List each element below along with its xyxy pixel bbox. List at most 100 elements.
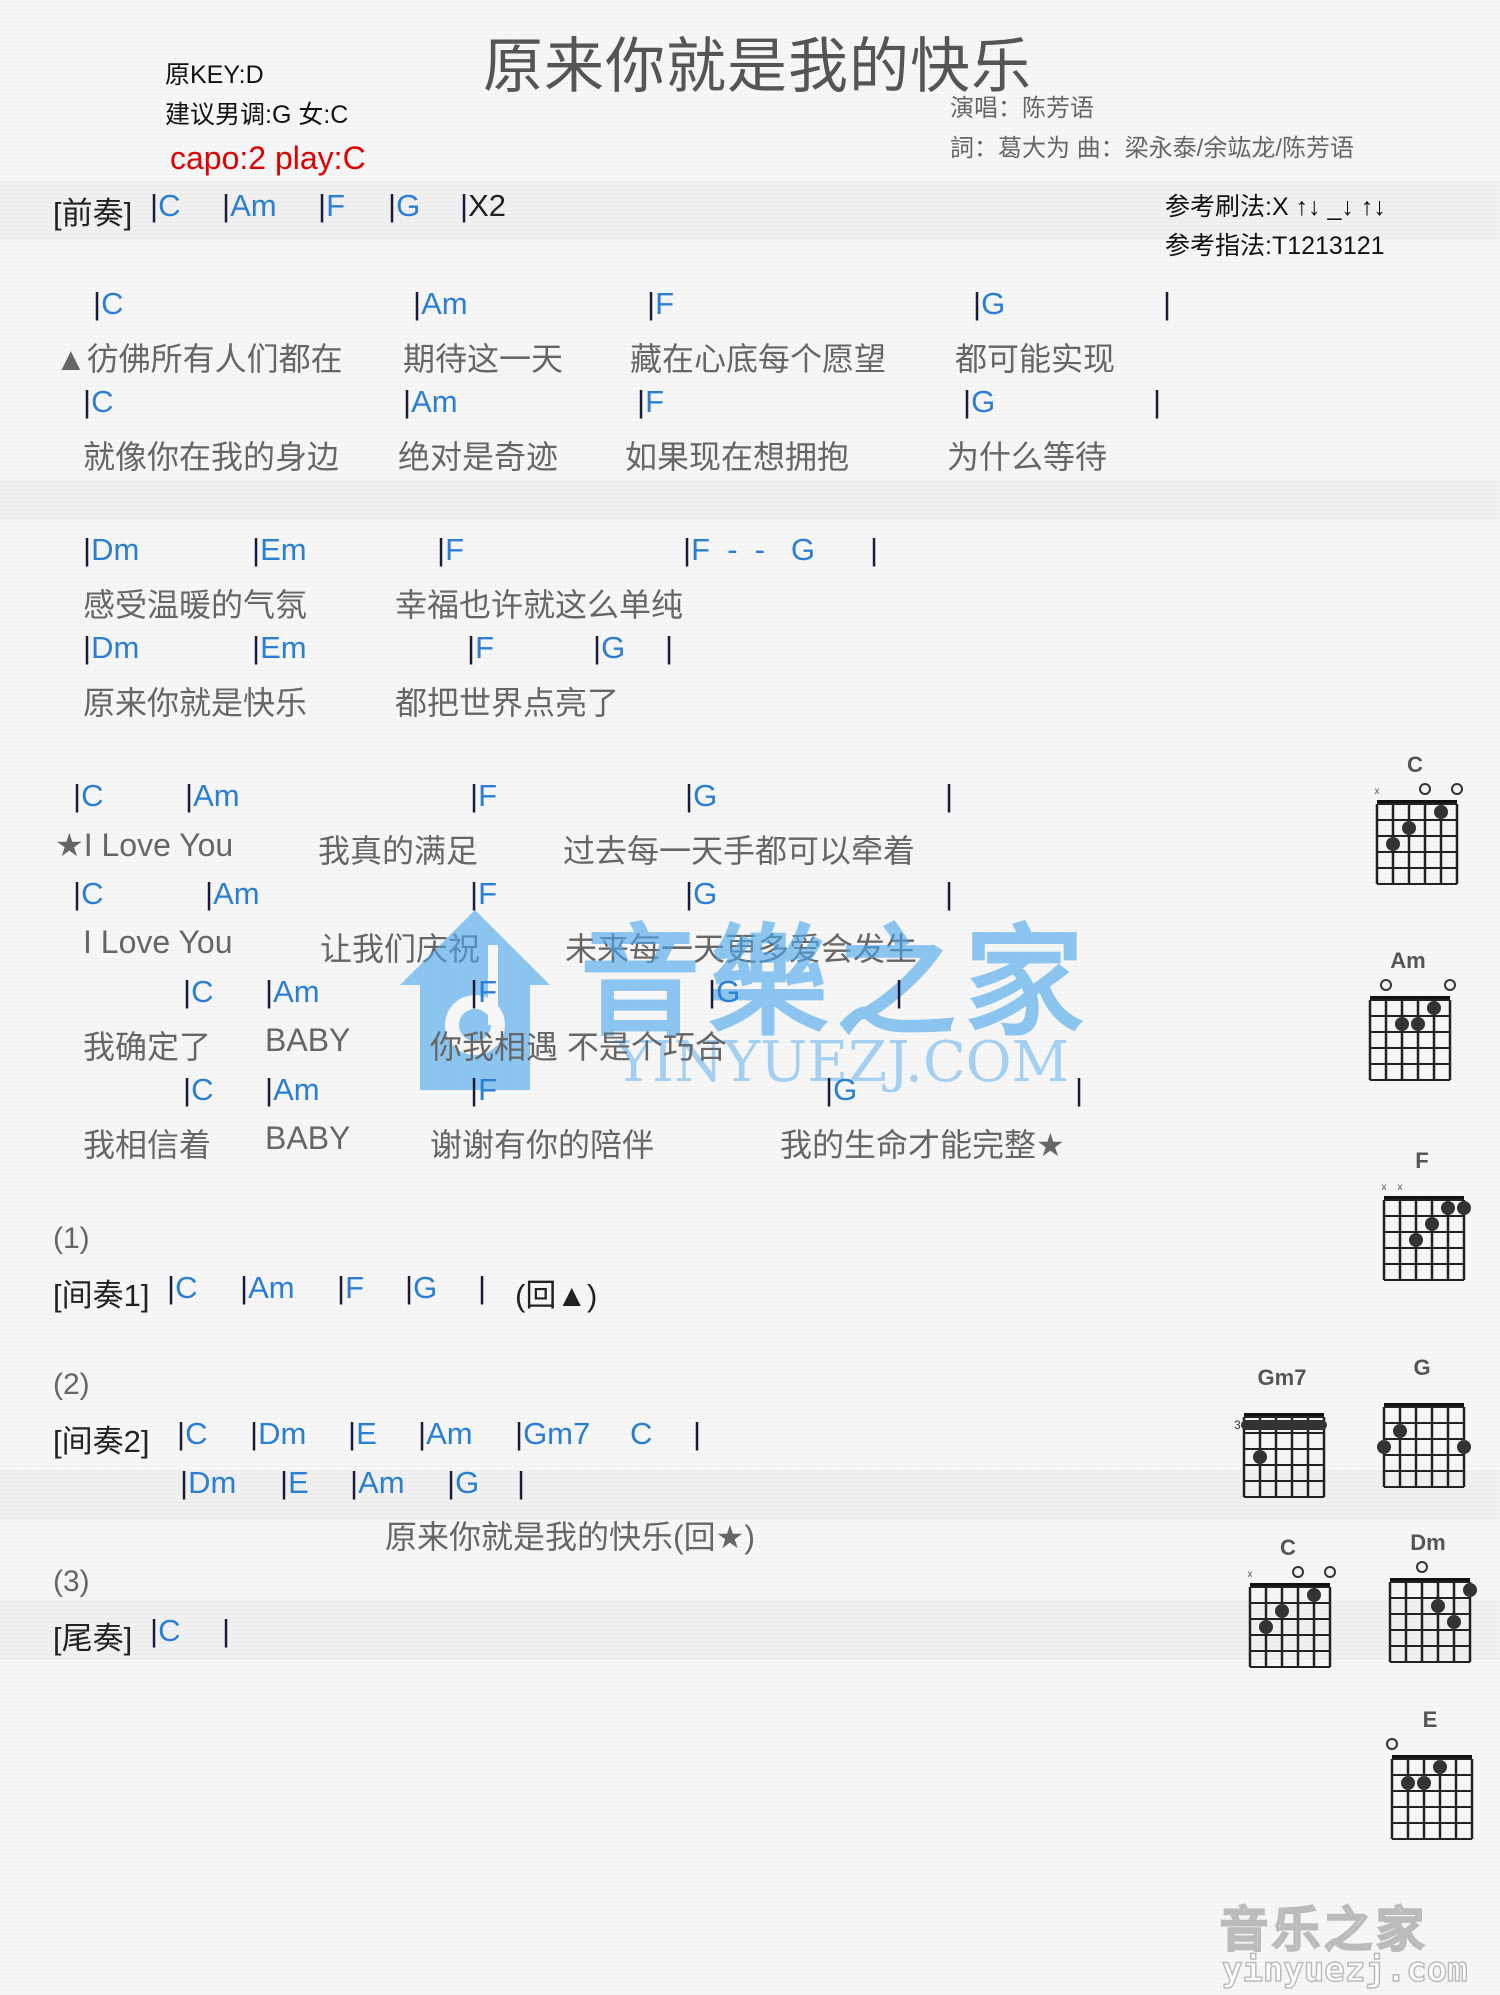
finger-dot [1401,1776,1415,1790]
chord[interactable]: |Gm7 [515,1416,590,1452]
footer-logo: 音乐之家 yinyuezj.com [1210,1890,1480,1991]
chord[interactable]: |Am [205,876,260,912]
finger-dot [1393,1424,1407,1438]
chord[interactable]: |Am [413,286,468,322]
chord[interactable]: |G [685,778,717,814]
lyric: 你我相遇 不是个巧合 [430,1029,727,1065]
chord[interactable]: |G [825,1072,857,1108]
chord[interactable]: |F [337,1270,364,1306]
bar-line: | [870,532,879,567]
interlude2-label: [间奏2] [53,1424,150,1459]
chord[interactable]: |G [405,1270,437,1306]
chord[interactable]: |C [150,188,180,224]
chord[interactable]: |Dm [250,1416,306,1452]
chord[interactable]: |C [183,974,213,1010]
chord[interactable]: |G [388,188,420,224]
lyric: 都把世界点亮了 [395,685,620,721]
chord-grid [1388,1561,1477,1663]
chord[interactable]: |C [167,1270,197,1306]
finger-dot [1411,1017,1425,1031]
barre [1241,1420,1327,1430]
chord[interactable]: |Dm [83,532,139,568]
finger-dot [1275,1604,1289,1618]
intro-label: [前奏] [53,196,133,231]
chord-diagram-f: Fxx [1372,1148,1472,1298]
chord[interactable]: |Am [350,1465,405,1501]
finger-dot [1441,1201,1455,1215]
chord[interactable]: |F [437,532,464,568]
chord[interactable]: |F [470,974,497,1010]
chord[interactable]: |C [73,778,103,814]
lyric: 我真的满足 [318,833,479,869]
open-string-marker [1419,783,1431,795]
chord[interactable]: |G [973,286,1005,322]
chord[interactable]: |F [470,876,497,912]
chord[interactable]: |C [93,286,123,322]
finger-dot [1307,1588,1321,1602]
chord[interactable]: |Am [265,974,320,1010]
open-string-marker [1380,979,1392,991]
chord[interactable]: |C [177,1416,207,1452]
chord[interactable]: |Am [240,1270,295,1306]
chord[interactable]: |G [963,384,995,420]
original-key: 原KEY:D [165,61,264,89]
lyric: 就像你在我的身边 [83,439,340,475]
chord[interactable]: |Am [265,1072,320,1108]
chord[interactable]: |C [83,384,113,420]
chord[interactable]: |E [348,1416,377,1452]
muted-string-marker: x [1375,786,1380,797]
chord[interactable]: |F [470,778,497,814]
chord[interactable]: |F [467,630,494,666]
writer-credit: 詞：葛大为 曲：梁永泰/余竑龙/陈芳语 [950,135,1355,162]
chord[interactable]: |F - - G [683,532,815,568]
suggested-key: 建议男调:G 女:C [165,101,349,129]
finger-dot [1395,1017,1409,1031]
bar-line: | [478,1270,487,1305]
chord[interactable]: |C [183,1072,213,1108]
section-number: (1) [53,1222,90,1255]
chord[interactable]: |F [637,384,664,420]
chord[interactable]: |G [593,630,625,666]
chord[interactable]: |Am [222,188,277,224]
lyric: I Love You [83,924,233,960]
finger-dot [1457,1440,1471,1454]
chord[interactable]: |Em [252,630,307,666]
chord[interactable]: |F [318,188,345,224]
lyric: 过去每一天手都可以牵着 [563,833,916,869]
chord[interactable]: |Dm [83,630,139,666]
bar-line: | [945,778,954,813]
open-string-marker [1451,783,1463,795]
chord[interactable]: |G [708,974,740,1010]
base-fret-label: 3 [1234,1418,1241,1432]
finger-dot [1463,1583,1477,1597]
chord[interactable]: |C [73,876,103,912]
lyric: BABY [265,1120,351,1156]
chord[interactable]: |G [447,1465,479,1501]
finger-dot [1253,1450,1267,1464]
chord[interactable]: C [630,1416,652,1452]
finger-dot [1457,1201,1471,1215]
finger-dot [1425,1217,1439,1231]
chord[interactable]: |F [647,286,674,322]
bar-line: | [1153,384,1162,419]
bar-line: | [1075,1072,1084,1107]
chord[interactable]: |E [280,1465,309,1501]
finger-dot [1447,1615,1461,1629]
lyric: 幸福也许就这么单纯 [395,587,684,623]
chord-diagram-e: E [1380,1707,1480,1857]
chord[interactable]: |C [150,1613,180,1649]
chord[interactable]: |Am [403,384,458,420]
chord[interactable]: |Am [185,778,240,814]
chord[interactable]: |Em [252,532,307,568]
lyric: 感受温暖的气氛 [83,587,308,623]
open-string-marker [1292,1566,1304,1578]
open-string-marker [1444,979,1456,991]
chord[interactable]: |F [470,1072,497,1108]
lyric: 藏在心底每个愿望 [630,341,887,377]
chord[interactable]: |Dm [180,1465,236,1501]
open-string-marker [1386,1738,1398,1750]
finger-dot [1433,1760,1447,1774]
outro-label: [尾奏] [53,1621,133,1656]
open-string-marker [1416,1561,1428,1573]
chord[interactable]: |Am [418,1416,473,1452]
